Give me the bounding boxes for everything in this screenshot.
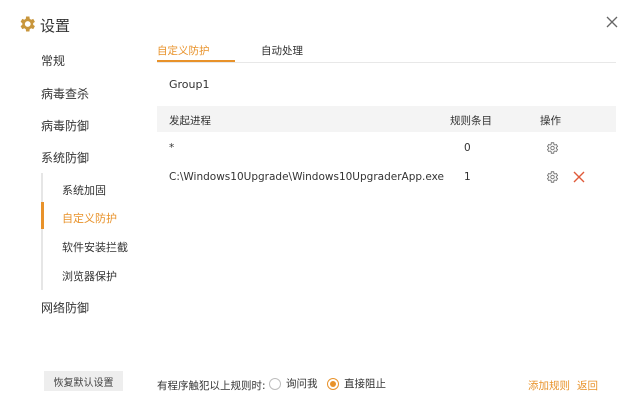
table-row: C:\Windows10Upgrade\Windows10UpgraderApp… (157, 163, 616, 191)
option-block-directly[interactable]: 直接阻止 (327, 376, 386, 391)
sidebar-subitem-install-block[interactable]: 软件安装拦截 (62, 239, 128, 255)
process-path: C:\Windows10Upgrade\Windows10UpgraderApp… (169, 171, 444, 183)
back-link[interactable]: 返回 (577, 378, 598, 393)
gear-icon (20, 16, 35, 32)
sidebar-item-general[interactable]: 常规 (41, 52, 65, 69)
rule-count: 0 (464, 142, 471, 154)
column-header-action: 操作 (540, 115, 561, 127)
column-header-process: 发起进程 (169, 115, 211, 127)
sidebar-item-network-defense[interactable]: 网络防御 (41, 299, 89, 316)
sidebar: 常规 病毒查杀 病毒防御 系统防御 系统加固 自定义防护 软件安装拦截 浏览器保… (0, 44, 145, 412)
tab-custom-protection[interactable]: 自定义防护 (157, 43, 210, 58)
option-ask-me[interactable]: 询问我 (269, 376, 318, 391)
sidebar-subitem-browser-protection[interactable]: 浏览器保护 (62, 268, 117, 284)
reset-defaults-button[interactable]: 恢复默认设置 (44, 371, 123, 391)
option-block-directly-label: 直接阻止 (344, 378, 386, 390)
group-name: Group1 (169, 78, 210, 91)
window-title: 设置 (40, 17, 71, 35)
tab-bar: 自定义防护 自动处理 (157, 40, 616, 63)
tab-active-underline (157, 60, 235, 62)
sidebar-subitem-custom-protection[interactable]: 自定义防护 (62, 210, 117, 226)
tab-auto-handle[interactable]: 自动处理 (261, 43, 303, 58)
process-path: * (169, 142, 175, 154)
delete-icon[interactable] (572, 170, 586, 184)
close-icon[interactable] (604, 14, 620, 30)
column-header-rules: 规则条目 (450, 115, 492, 127)
submenu-active-indicator (41, 202, 44, 229)
add-rule-link[interactable]: 添加规则 (528, 378, 570, 393)
option-ask-me-label: 询问我 (286, 378, 318, 390)
sidebar-subitem-system-hardening[interactable]: 系统加固 (62, 182, 106, 198)
submenu-divider (41, 173, 43, 290)
rule-trigger-prompt: 有程序触犯以上规则时: (157, 380, 266, 392)
rule-count: 1 (464, 171, 471, 183)
gear-icon[interactable] (545, 170, 559, 184)
table-row: * 0 (157, 134, 616, 162)
sidebar-item-system-defense[interactable]: 系统防御 (41, 149, 89, 166)
table-header: 发起进程 规则条目 操作 (157, 106, 616, 132)
gear-icon[interactable] (545, 141, 559, 155)
radio-ask-me[interactable] (269, 377, 281, 390)
footer-bar: 有程序触犯以上规则时: 询问我 直接阻止 添加规则 返回 (157, 376, 616, 394)
radio-block-directly[interactable] (327, 377, 339, 390)
sidebar-item-virus-defense[interactable]: 病毒防御 (41, 117, 89, 134)
sidebar-item-virus-scan[interactable]: 病毒查杀 (41, 85, 89, 102)
